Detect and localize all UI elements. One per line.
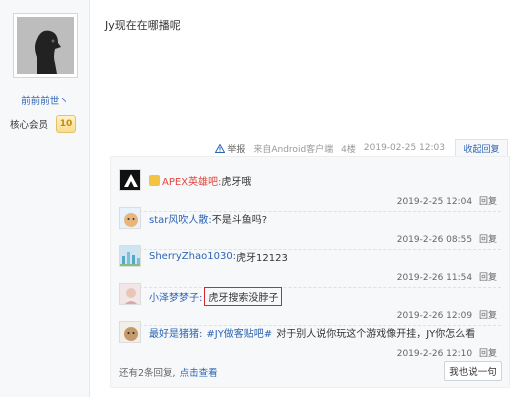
member-tag-icon <box>149 175 160 186</box>
more-replies-text: 还有2条回复, <box>119 368 176 379</box>
reply-meta: 2019-2-25 12:04 回复 <box>397 194 497 207</box>
username-link[interactable]: 前前前世丶 <box>0 93 90 107</box>
reply-button[interactable]: 回复 <box>479 311 497 321</box>
reply-meta: 2019-2-26 12:10 回复 <box>397 346 497 359</box>
reply-item: star风吹人散: 不是斗鱼吗? 2019-2-26 08:55 回复 <box>119 207 501 250</box>
reply-time: 2019-2-26 11:54 <box>396 273 473 283</box>
more-replies: 还有2条回复, 点击查看 <box>119 365 218 379</box>
reply-meta: 2019-2-26 11:54 回复 <box>397 270 497 283</box>
reply-time: 2019-2-26 08:55 <box>396 235 473 245</box>
reply-username[interactable]: 最好是猪猪: <box>149 325 202 340</box>
reply-line: APEX英雄吧: 虎牙哦 <box>149 173 251 188</box>
reply-item: 小泽梦梦子: 虎牙搜索没脖子 2019-2-26 12:09 回复 <box>119 283 501 326</box>
member-label: 核心会员 <box>10 120 49 131</box>
reply-button[interactable]: 回复 <box>479 235 497 245</box>
fold-replies-button[interactable]: 收起回复 <box>455 138 508 158</box>
reply-line: star风吹人散: 不是斗鱼吗? <box>149 211 267 226</box>
reply-button[interactable]: 回复 <box>479 273 497 283</box>
reply-text: 对于别人说你玩这个游戏像开挂，JY你怎么看 <box>276 329 476 340</box>
reply-text: 虎牙12123 <box>236 253 288 264</box>
reply-text-highlighted: 虎牙搜索没脖子 <box>204 287 283 306</box>
reply-line: 小泽梦梦子: 虎牙搜索没脖子 <box>149 287 283 306</box>
post-time: 2019-02-25 12:03 <box>363 143 445 153</box>
avatar-image <box>17 17 74 74</box>
reply-time: 2019-2-25 12:04 <box>396 197 473 207</box>
reply-item: 最好是猪猪: #JY做客贴吧# 对于别人说你玩这个游戏像开挂，JY你怎么看 20… <box>119 321 501 361</box>
floor-number: 4楼 <box>341 144 356 155</box>
level-badge[interactable]: 10 <box>56 115 77 133</box>
post-tail: 举报 来自Android客户端 4楼 2019-02-25 12:03 收起回复 <box>215 138 508 158</box>
add-comment-button[interactable]: 我也说一句 <box>444 361 502 381</box>
reply-avatar[interactable] <box>119 321 141 343</box>
reply-text: 虎牙哦 <box>221 177 252 188</box>
report-link[interactable]: 举报 <box>215 142 245 155</box>
reply-list: APEX英雄吧: 虎牙哦 2019-2-25 12:04 回复 star风吹人散… <box>110 156 510 388</box>
reply-time: 2019-2-26 12:09 <box>396 311 473 321</box>
reply-button[interactable]: 回复 <box>479 349 497 359</box>
user-sidebar: 前前前世丶 核心会员 10 <box>0 0 90 397</box>
topic-tag-link[interactable]: #JY做客贴吧# <box>206 325 272 340</box>
view-more-link[interactable]: 点击查看 <box>180 365 218 379</box>
reply-avatar[interactable] <box>119 245 141 267</box>
reply-meta: 2019-2-26 12:09 回复 <box>397 308 497 321</box>
reply-username[interactable]: SherryZhao1030: <box>149 251 236 262</box>
reply-line: SherryZhao1030: 虎牙12123 <box>149 249 288 264</box>
post-page: 前前前世丶 核心会员 10 Jy现在在哪播呢 举报 来自Android客户端 4… <box>0 0 520 397</box>
reply-item: APEX英雄吧: 虎牙哦 2019-2-25 12:04 回复 <box>119 169 501 212</box>
reply-meta: 2019-2-26 08:55 回复 <box>397 232 497 245</box>
reply-item: SherryZhao1030: 虎牙12123 2019-2-26 11:54 … <box>119 245 501 288</box>
reply-time: 2019-2-26 12:10 <box>396 349 473 359</box>
reply-avatar[interactable] <box>119 283 141 305</box>
reply-username[interactable]: 小泽梦梦子: <box>149 289 202 304</box>
reply-text: 不是斗鱼吗? <box>211 215 268 226</box>
client-source[interactable]: 来自Android客户端 <box>253 142 333 155</box>
reply-avatar[interactable] <box>119 207 141 229</box>
reply-username[interactable]: APEX英雄吧: <box>162 173 221 188</box>
reply-button[interactable]: 回复 <box>479 197 497 207</box>
warning-icon <box>215 143 226 153</box>
report-label: 举报 <box>227 144 246 155</box>
user-avatar[interactable] <box>13 13 78 78</box>
post-content: Jy现在在哪播呢 <box>105 19 181 32</box>
reply-avatar[interactable] <box>119 169 141 191</box>
reply-line: 最好是猪猪: #JY做客贴吧# 对于别人说你玩这个游戏像开挂，JY你怎么看 <box>149 325 475 340</box>
member-badge: 核心会员 10 <box>10 114 77 134</box>
reply-username[interactable]: star风吹人散: <box>149 211 212 226</box>
